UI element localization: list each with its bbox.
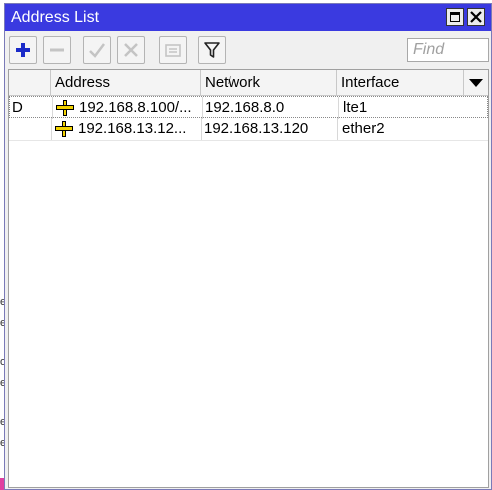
x-icon [124, 43, 138, 57]
minus-icon [50, 48, 64, 52]
row-interface: lte1 [338, 97, 465, 119]
row-address: 192.168.8.100/... [52, 97, 202, 119]
maximize-button[interactable] [446, 8, 464, 26]
maximize-icon [450, 12, 460, 22]
address-list-window: Address List Find Address / Network Inte… [4, 3, 492, 490]
row-flag [11, 118, 51, 140]
row-network: 192.168.13.120 [201, 118, 337, 140]
column-header-address-label: Address [55, 74, 111, 91]
toolbar [5, 31, 491, 69]
add-button[interactable] [9, 36, 37, 64]
row-flag: D [12, 99, 23, 116]
column-header-address[interactable]: Address / [51, 70, 231, 95]
row-network: 192.168.8.0 [202, 97, 338, 119]
enable-button[interactable] [83, 36, 111, 64]
column-header-network[interactable]: Network [201, 70, 337, 95]
ip-address-icon [55, 121, 73, 137]
row-divider [9, 140, 488, 141]
title-bar[interactable]: Address List [5, 4, 491, 31]
check-icon [89, 43, 105, 58]
close-button[interactable] [467, 8, 485, 26]
close-icon [470, 11, 482, 23]
remove-button[interactable] [43, 36, 71, 64]
column-menu-button[interactable] [464, 70, 488, 95]
column-header-interface[interactable]: Interface [337, 70, 464, 95]
ip-address-icon [56, 100, 74, 116]
plus-icon [16, 43, 30, 57]
filter-button[interactable] [198, 36, 226, 64]
row-address: 192.168.13.12... [51, 118, 201, 140]
address-table: Address / Network Interface D 192.168.8.… [8, 69, 489, 488]
column-header-flags[interactable] [9, 70, 51, 95]
row-address-text: 192.168.8.100/... [79, 99, 192, 116]
table-row[interactable]: 192.168.13.12... 192.168.13.120 ether2 [9, 118, 488, 140]
window-title: Address List [11, 9, 100, 26]
find-input[interactable] [407, 38, 489, 62]
filter-icon [204, 42, 220, 58]
table-row[interactable]: D 192.168.8.100/... 192.168.8.0 lte1 [9, 96, 488, 119]
table-header: Address / Network Interface [9, 70, 488, 96]
row-address-text: 192.168.13.12... [78, 120, 187, 137]
row-interface: ether2 [337, 118, 464, 140]
note-icon [165, 44, 181, 57]
disable-button[interactable] [117, 36, 145, 64]
comment-button[interactable] [159, 36, 187, 64]
chevron-down-icon [469, 79, 483, 87]
